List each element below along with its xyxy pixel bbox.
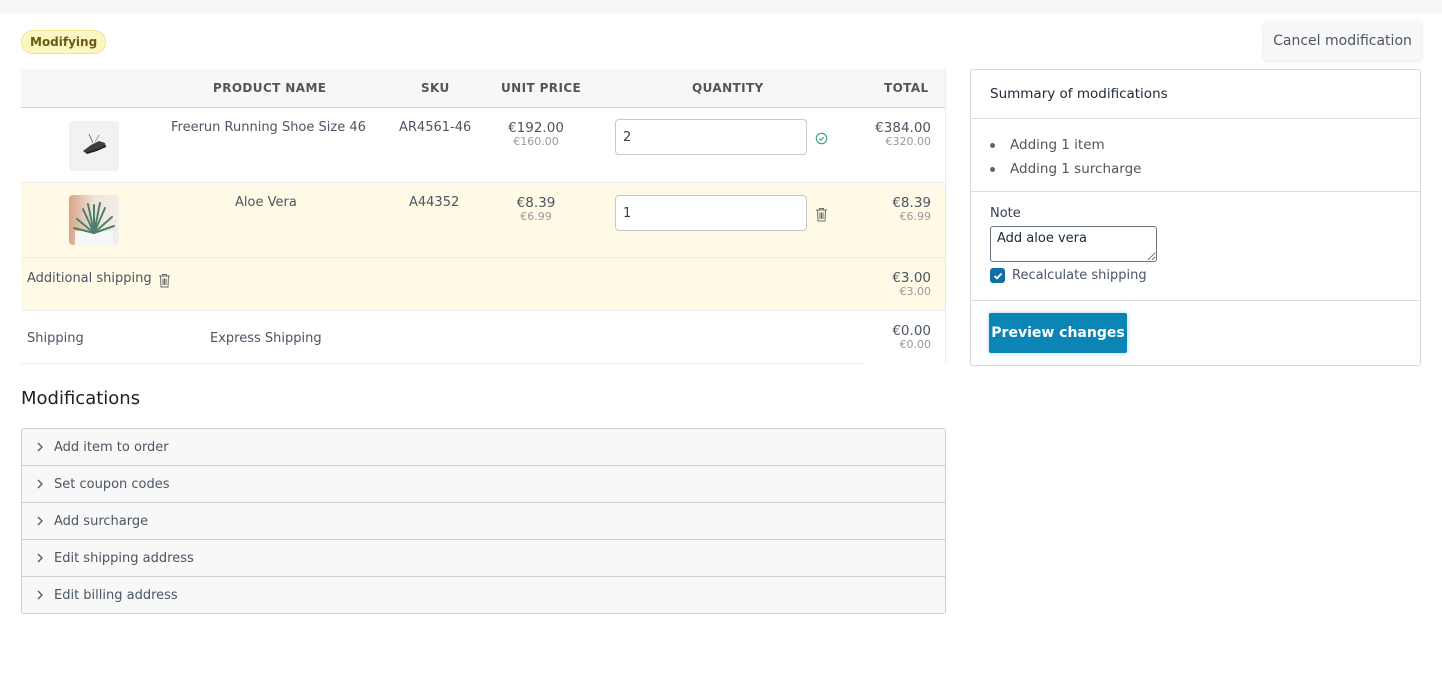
- modifications-heading: Modifications: [21, 388, 140, 409]
- checkmark-icon: [993, 272, 1003, 280]
- surcharge-total-excl-tax: €3.00: [831, 286, 931, 298]
- order-lines-table: PRODUCT NAME SKU UNIT PRICE QUANTITY TOT…: [21, 69, 946, 364]
- bullet-icon: [990, 143, 995, 148]
- bullet-icon: [990, 167, 995, 172]
- line-total: €384.00 €320.00: [831, 120, 931, 148]
- modifications-accordion: Add item to order Set coupon codes Add s…: [21, 428, 946, 614]
- quantity-input[interactable]: [615, 195, 807, 231]
- chevron-right-icon: [36, 440, 50, 454]
- surcharge-total-incl-tax: €3.00: [831, 270, 931, 286]
- line-total: €8.39 €6.99: [831, 195, 931, 223]
- surcharge-label: Additional shipping: [27, 271, 152, 286]
- trash-icon[interactable]: [156, 272, 172, 288]
- line-total-excl-tax: €320.00: [831, 136, 931, 148]
- table-row: Freerun Running Shoe Size 46 AR4561-46 €…: [21, 108, 946, 183]
- column-header-product-name: PRODUCT NAME: [213, 69, 326, 108]
- summary-item: Adding 1 item: [990, 133, 1420, 157]
- unit-price: €8.39 €6.99: [491, 195, 581, 223]
- row-divider: [21, 363, 864, 364]
- summary-list: Adding 1 item Adding 1 surcharge: [971, 119, 1420, 192]
- accordion-item-billing-address[interactable]: Edit billing address: [22, 577, 945, 613]
- summary-card: Summary of modifications Adding 1 item A…: [970, 69, 1421, 366]
- running-shoe-image: [69, 121, 119, 171]
- unit-price-excl-tax: €6.99: [491, 211, 581, 223]
- recalculate-shipping-checkbox-row[interactable]: Recalculate shipping: [990, 268, 1420, 283]
- column-header-total: TOTAL: [884, 69, 929, 108]
- top-bar: [0, 0, 1442, 13]
- summary-item: Adding 1 surcharge: [990, 157, 1420, 181]
- summary-title: Summary of modifications: [971, 70, 1420, 119]
- product-sku: AR4561-46: [399, 120, 471, 135]
- column-header-quantity: QUANTITY: [692, 69, 764, 108]
- chevron-right-icon: [36, 514, 50, 528]
- accordion-item-label: Set coupon codes: [54, 477, 170, 492]
- surcharge-total: €3.00 €3.00: [831, 270, 931, 298]
- shipping-total: €0.00 €0.00: [831, 323, 931, 351]
- product-name: Aloe Vera: [235, 195, 297, 210]
- note-section: Note Add aloe vera Recalculate shipping: [971, 192, 1420, 301]
- shipping-label: Shipping: [27, 331, 84, 346]
- column-header-sku: SKU: [421, 69, 450, 108]
- quantity-input[interactable]: [615, 119, 807, 155]
- shipping-method: Express Shipping: [210, 331, 322, 346]
- accordion-item-label: Add item to order: [54, 440, 169, 455]
- check-circle-icon: [813, 130, 829, 146]
- unit-price-incl-tax: €8.39: [491, 195, 581, 211]
- surcharge-row: Additional shipping €3.00 €3.00: [21, 258, 946, 311]
- unit-price-incl-tax: €192.00: [491, 120, 581, 136]
- preview-changes-button[interactable]: Preview changes: [989, 313, 1127, 353]
- note-textarea[interactable]: Add aloe vera: [990, 226, 1157, 262]
- note-label: Note: [990, 206, 1420, 221]
- product-name: Freerun Running Shoe Size 46: [171, 120, 366, 135]
- line-total-incl-tax: €8.39: [831, 195, 931, 211]
- product-sku: A44352: [409, 195, 459, 210]
- accordion-item-shipping-address[interactable]: Edit shipping address: [22, 540, 945, 577]
- accordion-item-label: Edit shipping address: [54, 551, 194, 566]
- shipping-total-incl-tax: €0.00: [831, 323, 931, 339]
- line-total-incl-tax: €384.00: [831, 120, 931, 136]
- shipping-total-excl-tax: €0.00: [831, 339, 931, 351]
- column-header-unit-price: UNIT PRICE: [501, 69, 581, 108]
- unit-price: €192.00 €160.00: [491, 120, 581, 148]
- cancel-modification-button[interactable]: Cancel modification: [1264, 21, 1421, 60]
- trash-icon[interactable]: [813, 206, 829, 222]
- table-right-border: [945, 69, 946, 364]
- accordion-item-add-item[interactable]: Add item to order: [22, 429, 945, 466]
- recalculate-shipping-label: Recalculate shipping: [1012, 268, 1147, 283]
- shipping-row: Shipping Express Shipping €0.00 €0.00: [21, 311, 946, 364]
- table-header: PRODUCT NAME SKU UNIT PRICE QUANTITY TOT…: [21, 69, 946, 108]
- accordion-item-coupon-codes[interactable]: Set coupon codes: [22, 466, 945, 503]
- accordion-item-label: Edit billing address: [54, 588, 178, 603]
- status-badge: Modifying: [21, 30, 106, 54]
- chevron-right-icon: [36, 588, 50, 602]
- accordion-item-add-surcharge[interactable]: Add surcharge: [22, 503, 945, 540]
- summary-item-text: Adding 1 item: [1010, 137, 1105, 153]
- summary-item-text: Adding 1 surcharge: [1010, 161, 1141, 177]
- recalculate-shipping-checkbox[interactable]: [990, 268, 1005, 283]
- accordion-item-label: Add surcharge: [54, 514, 148, 529]
- line-total-excl-tax: €6.99: [831, 211, 931, 223]
- chevron-right-icon: [36, 551, 50, 565]
- table-row: Aloe Vera A44352 €8.39 €6.99 €8.39 €6.99: [21, 183, 946, 258]
- aloe-vera-image: [69, 195, 119, 245]
- unit-price-excl-tax: €160.00: [491, 136, 581, 148]
- chevron-right-icon: [36, 477, 50, 491]
